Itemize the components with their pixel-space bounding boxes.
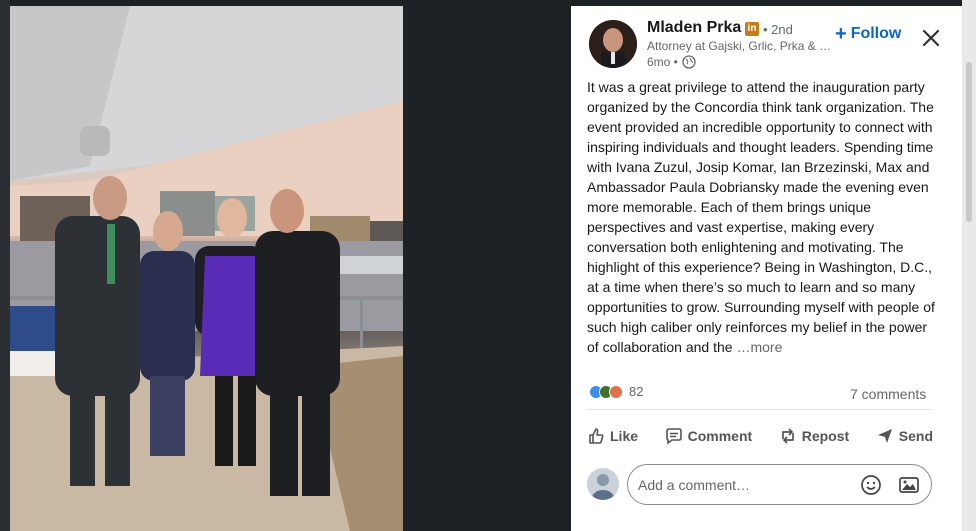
repost-label: Repost [801, 428, 850, 444]
author-name[interactable]: Mladen Prka [647, 19, 741, 37]
post-body: It was a great privilege to attend the i… [587, 79, 935, 355]
author-headline: Attorney at Gajski, Grlic, Prka & Partne… [647, 39, 832, 53]
photo-illustration [10, 6, 403, 531]
user-avatar-icon [587, 468, 619, 500]
send-label: Send [898, 428, 933, 444]
emoji-icon[interactable] [859, 473, 883, 497]
post-meta: 6mo • [647, 55, 696, 69]
linkedin-premium-icon: in [745, 22, 759, 36]
repost-button[interactable]: Repost [777, 423, 851, 449]
close-icon[interactable] [919, 26, 943, 50]
thumbs-up-icon [589, 428, 604, 444]
comments-count[interactable]: 7 comments [850, 386, 926, 402]
scrollbar-thumb[interactable] [966, 62, 972, 222]
author-avatar[interactable] [589, 20, 637, 68]
globe-icon [682, 55, 696, 69]
divider [587, 409, 932, 410]
author-avatar-icon [589, 20, 637, 68]
send-icon [877, 429, 892, 443]
connection-degree: • 2nd [763, 22, 793, 37]
love-icon [609, 384, 623, 399]
backdrop-left [0, 0, 10, 531]
follow-button[interactable]: + Follow [835, 23, 902, 45]
like-button[interactable]: Like [585, 423, 640, 449]
social-actions: Like Comment Repost Send [585, 423, 935, 449]
follow-label: Follow [850, 25, 902, 42]
modal-backdrop [403, 0, 571, 531]
reactions-summary[interactable]: 82 [589, 384, 643, 399]
post-time: 6mo • [647, 55, 678, 69]
send-button[interactable]: Send [874, 423, 935, 449]
post-detail-panel: Mladen Prka in • 2nd Attorney at Gajski,… [571, 6, 962, 531]
comment-button[interactable]: Comment [663, 423, 755, 449]
current-user-avatar [587, 468, 619, 500]
post-photo[interactable] [10, 6, 403, 531]
comment-label: Comment [687, 428, 753, 444]
reaction-count: 82 [629, 384, 644, 399]
comment-icon [665, 428, 682, 445]
plus-icon: + [835, 23, 847, 45]
repost-icon [781, 428, 794, 444]
reaction-icons [589, 384, 623, 399]
image-icon[interactable] [897, 473, 921, 497]
like-label: Like [610, 428, 639, 444]
scrollbar[interactable] [962, 0, 976, 531]
see-more-link[interactable]: …more [736, 339, 782, 355]
post-text: It was a great privilege to attend the i… [587, 77, 937, 357]
comment-input[interactable] [638, 476, 845, 493]
comment-box [627, 464, 932, 505]
